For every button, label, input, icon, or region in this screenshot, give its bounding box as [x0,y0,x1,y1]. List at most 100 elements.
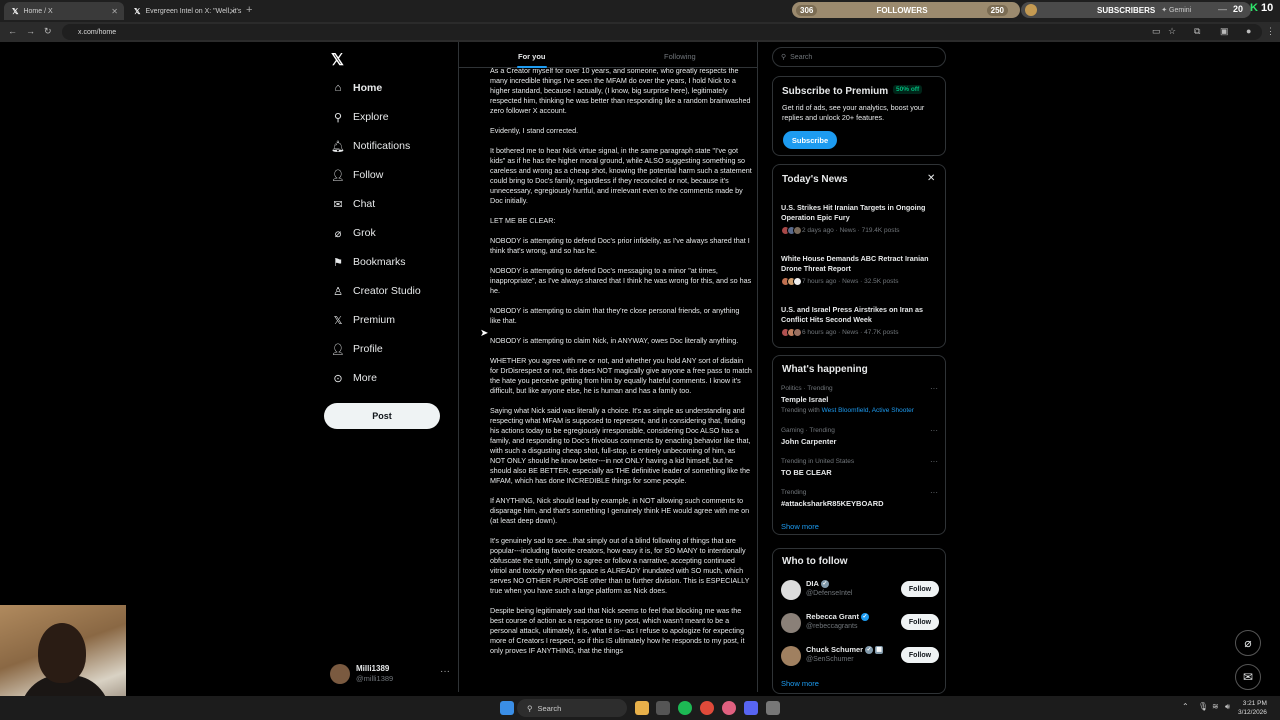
follow-suggestion-name[interactable]: Rebecca Grant ✓ [806,612,869,622]
discord-icon[interactable] [744,701,758,715]
sidebar-item-more[interactable]: ⊙ More [330,368,377,388]
news-item-title[interactable]: U.S. Strikes Hit Iranian Targets in Ongo… [781,203,943,223]
trend-name[interactable]: John Carpenter [781,437,836,446]
k-badge: K 10 [1250,2,1274,14]
follow-suggestion-name[interactable]: DIA ✓ [806,579,829,589]
sidebar-item-creator-studio[interactable]: ♙ Creator Studio [330,281,421,301]
verified-icon: ✓ [860,613,869,622]
trend-name[interactable]: TO BE CLEAR [781,468,832,477]
forward-icon[interactable]: → [26,26,35,36]
sidebar-item-chat[interactable]: ✉ Chat [330,194,375,214]
more-icon[interactable]: ··· [440,666,450,677]
browser-tab-home[interactable]: 𝕏 Home / X ✕ [4,2,124,20]
mic-icon[interactable]: 🎙︎ [1198,702,1208,711]
avatar[interactable] [781,613,801,633]
news-item-title[interactable]: U.S. and Israel Press Airstrikes on Iran… [781,305,943,325]
post-paragraph: It bothered me to hear Nick virtue signa… [490,146,752,205]
sidebar-item-follow[interactable]: 👤︎ Follow [330,165,383,185]
follow-button[interactable]: Follow [901,647,939,663]
news-item-title[interactable]: White House Demands ABC Retract Iranian … [781,254,943,274]
volume-icon[interactable]: 🔊︎ [1225,702,1230,712]
settings-icon[interactable] [766,701,780,715]
follow-button[interactable]: Follow [901,614,939,630]
taskbar-search[interactable]: ⚲ Search [517,699,627,717]
search-icon: ⚲ [527,703,533,713]
avatar[interactable] [781,580,801,600]
close-icon[interactable]: ✕ [111,7,118,16]
followers-right-count: 250 [986,4,1008,16]
sidebar-item-label: Explore [353,111,389,123]
sidebar-item-label: Notifications [353,140,411,152]
tray-chevron-icon[interactable]: ⌃ [1182,702,1189,711]
who-to-follow-title: Who to follow [782,556,848,567]
post-paragraph: WHETHER you agree with me or not, and wh… [490,356,752,395]
tab-for-you[interactable]: For you [518,52,546,61]
todays-news-card: Today's News ✕ U.S. Strikes Hit Iranian … [772,164,946,348]
more-icon[interactable]: ··· [930,426,938,435]
spotify-icon[interactable] [678,701,692,715]
home-icon: ⌂ [334,82,342,94]
trend-context: Trending [781,489,807,496]
mouse-cursor-icon: ➤ [480,328,489,339]
sidebar-item-label: Chat [353,198,376,210]
cast-icon[interactable]: ▭ [1152,26,1161,37]
wifi-icon[interactable]: ≋ [1212,702,1219,711]
sidepanel-icon[interactable]: ▣ [1220,26,1229,37]
search-input[interactable]: ⚲ Search [772,47,946,67]
url-field[interactable]: x.com/home [62,24,1262,40]
sidebar-item-grok[interactable]: ⌀ Grok [330,223,376,243]
sidebar-item-home[interactable]: ⌂ Home [330,78,383,98]
sidebar-item-explore[interactable]: ⚲ Explore [330,107,389,127]
back-icon[interactable]: ← [8,26,17,36]
post-button[interactable]: Post [324,403,440,429]
taskbar-clock[interactable]: 3:21 PM 3/12/2026 [1238,699,1267,717]
more-icon[interactable]: ··· [930,457,938,466]
profile-icon[interactable]: ● [1246,26,1251,36]
show-more-link[interactable]: Show more [781,522,819,531]
trend-name[interactable]: Temple Israel [781,395,828,404]
follow-button[interactable]: Follow [901,581,939,597]
trend-name[interactable]: #attacksharkR85KEYBOARD [781,499,884,508]
store-icon[interactable] [656,701,670,715]
extensions-icon[interactable]: ⧉ [1194,26,1200,37]
app-icon[interactable] [722,701,736,715]
x-logo-icon[interactable]: 𝕏 [331,50,344,70]
post-paragraph: As a Creator myself for over 10 years, a… [490,66,751,115]
windows-start-icon[interactable] [500,701,514,715]
faces-icon [781,226,802,235]
more-icon[interactable]: ··· [930,384,938,393]
menu-icon[interactable]: ⋮ [1266,26,1275,37]
avatar[interactable] [781,646,801,666]
browser-tab-evergreen[interactable]: 𝕏 Evergreen Intel on X: "Well, it's ✕ [126,2,242,20]
sidebar-item-label: Grok [353,227,376,239]
tab-title: Evergreen Intel on X: "Well, it's [145,7,242,15]
show-more-link[interactable]: Show more [781,679,819,688]
minimize-icon[interactable]: — [1218,4,1227,14]
sidebar-item-bookmarks[interactable]: ⚑ Bookmarks [330,252,405,272]
follow-suggestion-name[interactable]: Chuck Schumer ✓ ▦ [806,645,884,655]
new-tab-icon[interactable]: + [246,4,252,16]
follow-suggestion-handle: @SenSchumer [806,656,854,663]
clock-date: 3/12/2026 [1238,709,1267,716]
chrome-icon[interactable] [700,701,714,715]
close-icon[interactable]: ✕ [927,173,935,184]
post-paragraph: Evidently, I stand corrected. [490,126,579,135]
sidebar-item-label: Follow [353,169,384,181]
close-icon[interactable]: ✕ [229,7,236,16]
search-placeholder: Search [790,53,813,61]
more-icon[interactable]: ··· [930,488,938,497]
post-text: As a Creator myself for over 10 years, a… [490,66,752,666]
sidebar-item-premium[interactable]: 𝕏 Premium [330,310,395,330]
mail-icon: ✉ [333,198,343,211]
premium-text: Get rid of ads, see your analytics, boos… [782,103,925,122]
account-switcher[interactable]: Milli1389 @milli1389 ··· [330,662,454,686]
subscribe-button[interactable]: Subscribe [783,131,837,149]
file-explorer-icon[interactable] [635,701,649,715]
reload-icon[interactable]: ↻ [44,26,52,37]
sidebar-item-profile[interactable]: 👤︎ Profile [330,339,383,359]
tab-following[interactable]: Following [664,52,696,61]
grok-icon[interactable]: ⌀ [1235,630,1261,656]
sidebar-item-notifications[interactable]: 🔔︎ Notifications [330,136,410,156]
messages-icon[interactable]: ✉ [1235,664,1261,690]
star-icon[interactable]: ☆ [1168,26,1176,37]
